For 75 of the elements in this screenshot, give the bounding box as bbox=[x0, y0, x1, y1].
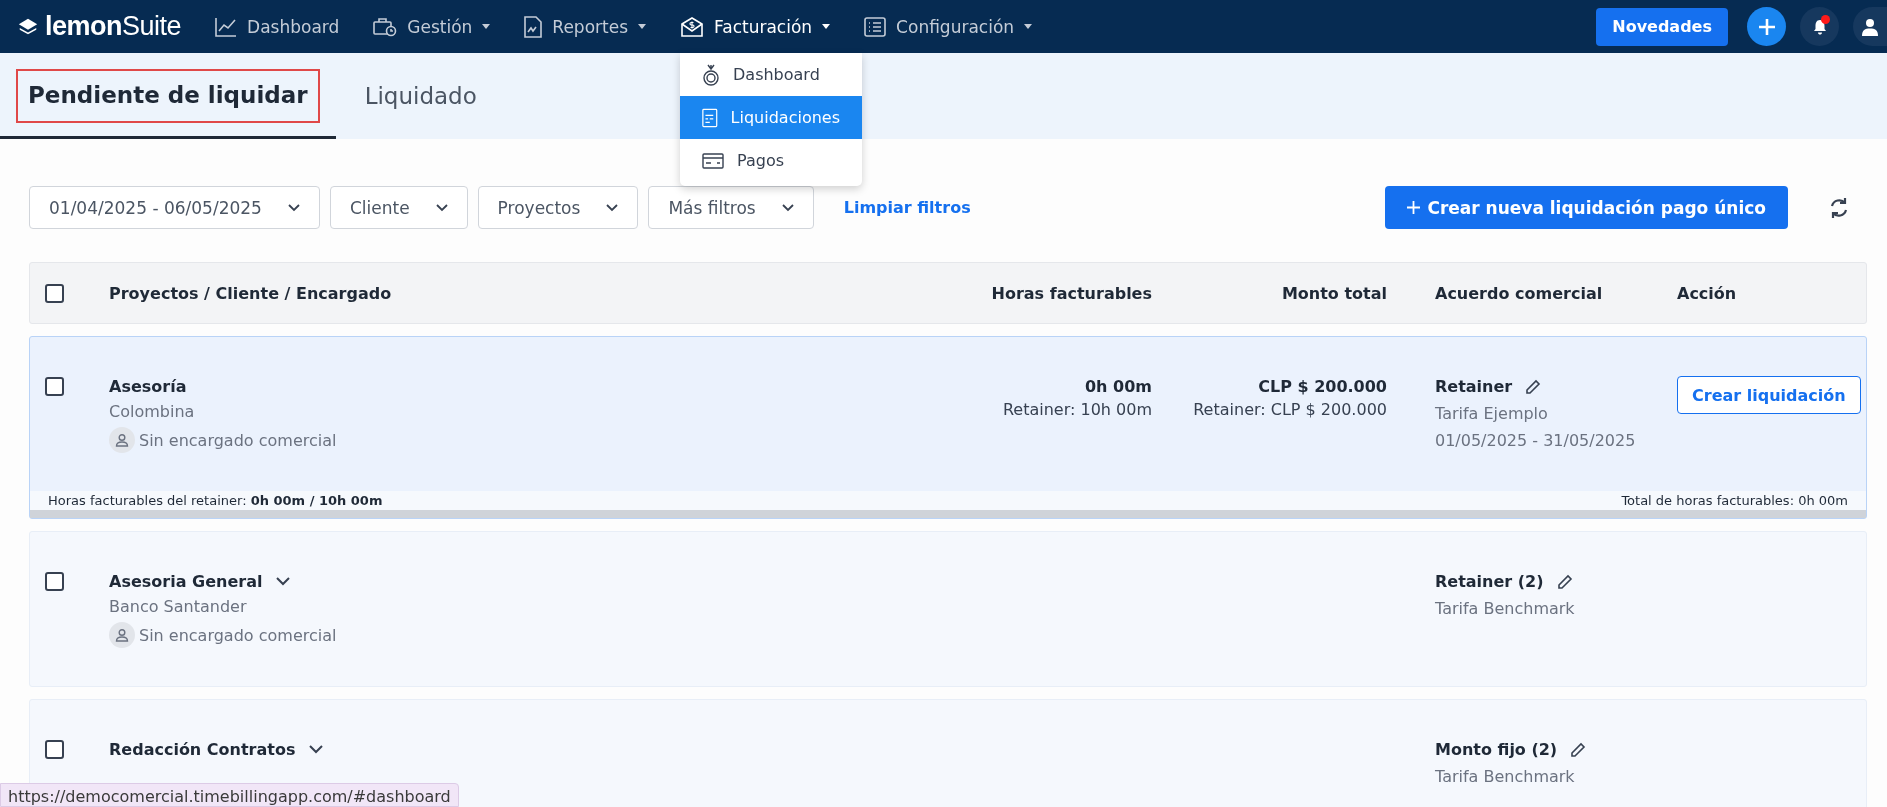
column-header: Acción bbox=[1677, 283, 1738, 303]
filter-dropdown[interactable]: Más filtros bbox=[648, 186, 814, 229]
filter-dropdown[interactable]: 01/04/2025 - 06/05/2025 bbox=[29, 186, 320, 229]
person-avatar-icon bbox=[109, 622, 135, 648]
status-url-tooltip: https://democomercial.timebillingapp.com/#dashboard bbox=[0, 783, 459, 807]
money-bag-icon bbox=[702, 63, 720, 86]
agreement-name: Retainer bbox=[1435, 377, 1513, 396]
edit-pencil-icon[interactable] bbox=[1557, 574, 1573, 589]
plus-icon bbox=[1757, 17, 1776, 36]
add-button[interactable] bbox=[1747, 7, 1786, 46]
manager-label: Sin encargado comercial bbox=[139, 430, 337, 450]
briefcase-clock-icon bbox=[373, 16, 398, 37]
period-dates: 01/05/2025 - 31/05/2025 bbox=[1435, 431, 1637, 450]
column-header: Monto total bbox=[1280, 283, 1387, 303]
brand-name: lemonSuite bbox=[45, 11, 182, 42]
chevron-down-icon[interactable] bbox=[309, 745, 324, 754]
user-button[interactable] bbox=[1853, 7, 1887, 46]
document-icon bbox=[702, 106, 718, 129]
person-avatar-icon bbox=[109, 427, 135, 453]
billable-hours: 0h 00m bbox=[1084, 377, 1152, 396]
nav-menu-item[interactable]: Reportes bbox=[524, 15, 647, 38]
news-button[interactable]: Novedades bbox=[1596, 7, 1728, 46]
credit-card-icon bbox=[702, 152, 724, 169]
nav-menu-item[interactable]: Configuración bbox=[864, 16, 1033, 37]
project-name: Asesoria General bbox=[109, 572, 263, 591]
nav-menu-item[interactable]: Dashboard bbox=[215, 16, 340, 37]
tariff-name: Tarifa Benchmark bbox=[1435, 599, 1576, 618]
checkbox[interactable] bbox=[45, 377, 64, 396]
client-name: Banco Santander bbox=[109, 597, 248, 616]
tariff-name: Tarifa Ejemplo bbox=[1435, 404, 1549, 423]
tab[interactable]: Liquidado bbox=[335, 53, 506, 139]
client-name: Colombina bbox=[109, 402, 196, 421]
column-header: Proyectos / Cliente / Encargado bbox=[109, 283, 393, 303]
list-icon bbox=[864, 16, 887, 37]
user-icon bbox=[1861, 17, 1879, 36]
chevron-down-icon bbox=[606, 203, 619, 212]
tab[interactable]: Pendiente de liquidar bbox=[0, 53, 336, 139]
chevron-down-icon[interactable] bbox=[276, 577, 291, 586]
project-name: Asesoría bbox=[109, 377, 187, 396]
retainer-amount: Retainer: CLP $ 200.000 bbox=[1193, 400, 1387, 419]
filter-dropdown[interactable]: Proyectos bbox=[477, 186, 639, 229]
line-chart-icon bbox=[215, 16, 238, 37]
retainer-hours: Retainer: 10h 00m bbox=[1002, 400, 1152, 419]
checkbox[interactable] bbox=[45, 283, 64, 303]
edit-pencil-icon[interactable] bbox=[1571, 742, 1587, 757]
edit-pencil-icon[interactable] bbox=[1526, 379, 1542, 394]
chevron-down-icon bbox=[287, 203, 300, 212]
dropdown-menu-item[interactable]: Dashboard bbox=[680, 53, 862, 96]
filter-dropdown[interactable]: Cliente bbox=[329, 186, 468, 229]
chevron-down-icon bbox=[781, 203, 794, 212]
dropdown-menu-item[interactable]: Pagos bbox=[680, 139, 862, 182]
create-settlement-button[interactable]: Crear nueva liquidación pago único bbox=[1385, 186, 1788, 229]
chevron-down-icon bbox=[435, 203, 448, 212]
envelope-dollar-icon bbox=[680, 15, 705, 38]
checkbox[interactable] bbox=[45, 740, 64, 759]
plus-icon bbox=[1407, 201, 1421, 214]
nav-menu-item[interactable]: Gestión bbox=[373, 16, 491, 37]
manager-label: Sin encargado comercial bbox=[139, 625, 337, 645]
total-hours-summary: Total de horas facturables: 0h 00m bbox=[1621, 493, 1848, 508]
refresh-icon[interactable] bbox=[1828, 195, 1850, 220]
checkbox[interactable] bbox=[45, 572, 64, 591]
project-name: Redacción Contratos bbox=[109, 740, 296, 759]
agreement-name: Monto fijo (2) bbox=[1435, 740, 1558, 759]
clear-filters-link[interactable]: Limpiar filtros bbox=[843, 198, 971, 217]
retainer-hours-summary: Horas facturables del retainer: 0h 00m / 10h 00m bbox=[48, 493, 383, 508]
tariff-name: Tarifa Benchmark bbox=[1435, 767, 1576, 786]
notifications-button[interactable] bbox=[1800, 7, 1839, 46]
document-icon bbox=[524, 15, 543, 38]
nav-menu-item[interactable]: Facturación bbox=[680, 15, 831, 38]
total-amount: CLP $ 200.000 bbox=[1258, 377, 1387, 396]
agreement-name: Retainer (2) bbox=[1435, 572, 1544, 591]
create-settlement-button[interactable]: Crear liquidación bbox=[1677, 376, 1861, 414]
column-header: Horas facturables bbox=[990, 283, 1152, 303]
dropdown-menu-item[interactable]: Liquidaciones bbox=[680, 96, 862, 139]
column-header: Acuerdo comercial bbox=[1434, 283, 1604, 303]
